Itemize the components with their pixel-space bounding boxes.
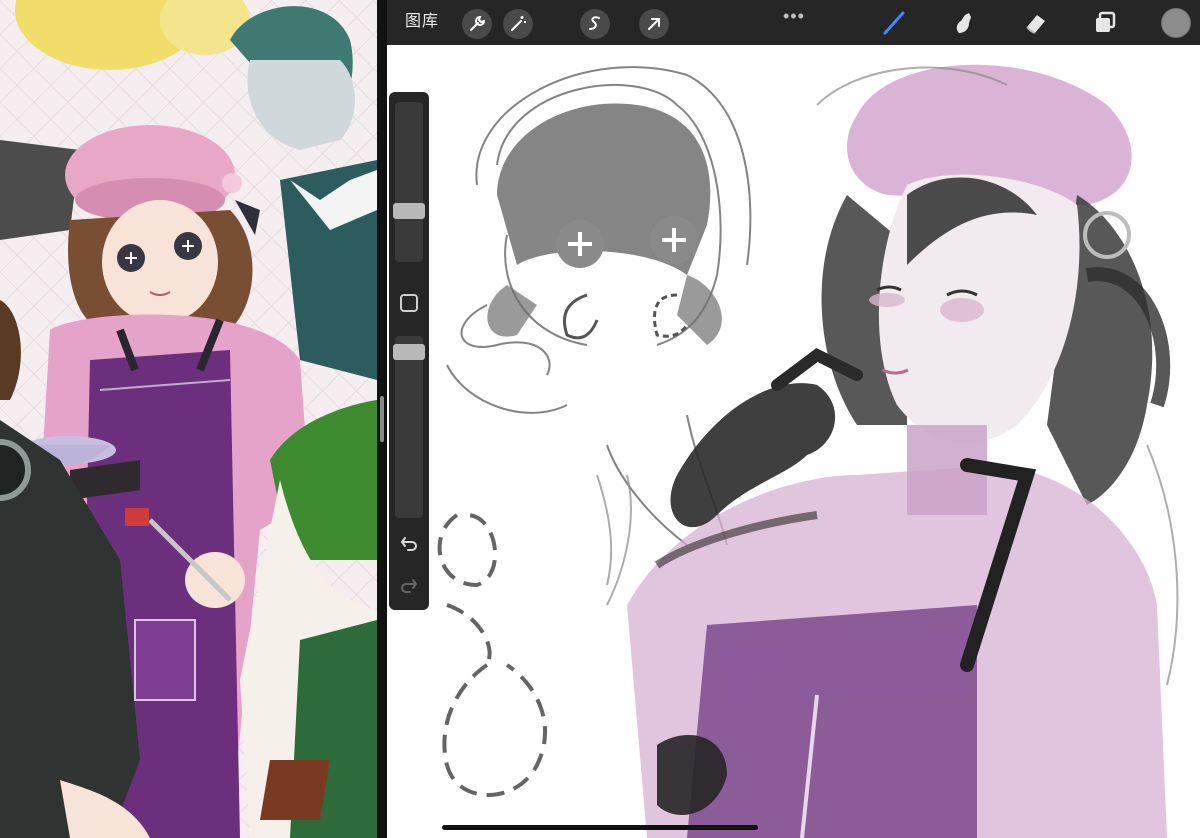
- color-picker-swatch[interactable]: [1161, 8, 1191, 38]
- brush-size-thumb[interactable]: [393, 203, 425, 219]
- opacity-thumb[interactable]: [393, 344, 425, 360]
- modify-button[interactable]: [400, 294, 418, 312]
- magic-wand-icon[interactable]: [503, 9, 533, 39]
- undo-icon[interactable]: [398, 532, 420, 554]
- eraser-icon[interactable]: [1020, 8, 1050, 38]
- reference-image-pane: [0, 0, 377, 838]
- wrench-icon[interactable]: [462, 9, 492, 39]
- brush-icon[interactable]: [880, 8, 910, 38]
- opacity-slider[interactable]: [393, 336, 425, 518]
- drawing-canvas[interactable]: [387, 45, 1200, 838]
- transform-arrow-icon[interactable]: [639, 9, 669, 39]
- layers-icon[interactable]: [1090, 8, 1120, 38]
- canvas-artwork: [437, 64, 1179, 838]
- reference-illustration: [0, 0, 377, 838]
- gallery-button[interactable]: 图库: [405, 12, 439, 32]
- home-indicator[interactable]: [442, 825, 758, 830]
- selection-icon[interactable]: [580, 9, 610, 39]
- procreate-app: 图库 •••: [387, 0, 1200, 838]
- smudge-icon[interactable]: [950, 8, 980, 38]
- sidebar: [389, 92, 429, 610]
- split-view-handle[interactable]: [380, 396, 384, 442]
- more-options-button[interactable]: •••: [783, 6, 805, 27]
- redo-icon[interactable]: [398, 574, 420, 596]
- top-toolbar: 图库 •••: [387, 0, 1200, 45]
- brush-size-slider[interactable]: [393, 102, 425, 262]
